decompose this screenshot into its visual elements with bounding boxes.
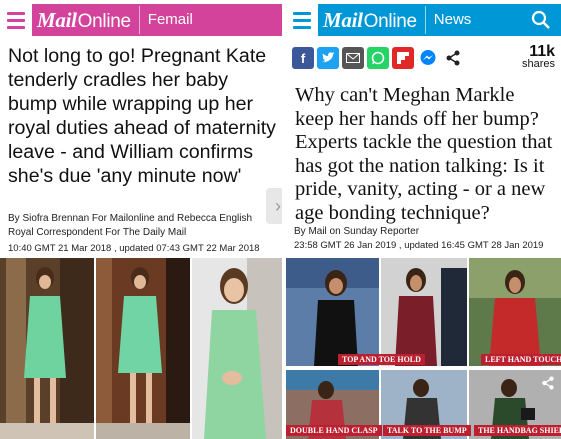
photo-kate-closeup-art <box>192 258 282 439</box>
news-article-panel: MailOnline News f 11k shares Why can't M… <box>286 0 561 439</box>
email-icon[interactable] <box>342 47 364 69</box>
logo-online-text: Online <box>363 10 417 32</box>
share-bar: f 11k shares <box>292 44 555 72</box>
article-timestamp: 10:40 GMT 21 Mar 2018 , updated 07:43 GM… <box>8 243 260 254</box>
facebook-icon[interactable]: f <box>292 47 314 69</box>
article-timestamp: 23:58 GMT 26 Jan 2019 , updated 16:45 GM… <box>294 240 544 251</box>
femail-article-panel: MailOnline Femail Not long to go! Pregna… <box>0 0 282 439</box>
channel-news[interactable]: News <box>424 6 471 34</box>
photo-kate-walking[interactable] <box>0 258 94 439</box>
article-byline: By Siofra Brennan For Mailonline and Reb… <box>8 213 253 238</box>
photo-kate-doorway[interactable] <box>96 258 190 439</box>
flipboard-icon[interactable] <box>392 47 414 69</box>
caption-double-hand-clasp: DOUBLE HAND CLASP <box>286 425 382 436</box>
news-header: MailOnline News <box>286 4 561 36</box>
mailonline-logo[interactable]: MailOnline <box>37 8 131 33</box>
caption-top-and-toe-hold: TOP AND TOE HOLD <box>338 354 425 365</box>
menu-icon[interactable] <box>286 4 318 36</box>
mailonline-logo[interactable]: MailOnline <box>323 8 417 33</box>
caption-left-hand-touch: LEFT HAND TOUCH <box>481 354 561 365</box>
messenger-icon[interactable] <box>417 47 439 69</box>
photo-top-and-toe-hold[interactable] <box>286 258 379 366</box>
logo-online-text: Online <box>77 10 131 32</box>
photo-middle-top-art <box>381 258 467 366</box>
channel-femail[interactable]: Femail <box>138 6 193 34</box>
article-headline: Not long to go! Pregnant Kate tenderly c… <box>8 45 276 187</box>
article-byline: By Mail on Sunday Reporter <box>294 226 420 237</box>
photo-top-and-toe-hold-art <box>286 258 379 366</box>
share-count-number: 11k <box>529 43 555 60</box>
femail-header: MailOnline Femail <box>0 4 282 36</box>
photo-middle-top[interactable] <box>381 258 467 366</box>
share-count-label: shares <box>521 58 555 70</box>
photo-collage: TOP AND TOE HOLD LEFT HAND TOUCH DOUBLE … <box>286 258 561 439</box>
photo-kate-closeup[interactable] <box>192 258 282 439</box>
share-count: 11k shares <box>521 43 555 71</box>
article-headline: Why can't Meghan Markle keep her hands o… <box>295 84 553 224</box>
caption-talk-to-the-bump: TALK TO THE BUMP <box>383 425 471 436</box>
whatsapp-icon[interactable] <box>367 47 389 69</box>
photo-strip <box>0 258 282 439</box>
caption-the-handbag-shield: THE HANDBAG SHIELD <box>474 425 561 436</box>
photo-kate-walking-art <box>0 258 94 439</box>
logo-mail-text: Mail <box>37 7 77 32</box>
menu-icon[interactable] <box>0 4 32 36</box>
share-icon[interactable] <box>442 47 464 69</box>
share-overlay-icon[interactable] <box>541 376 555 395</box>
photo-kate-doorway-art <box>96 258 190 439</box>
photo-left-hand-touch-art <box>469 258 561 366</box>
search-icon[interactable] <box>531 10 551 30</box>
photo-left-hand-touch[interactable] <box>469 258 561 366</box>
twitter-icon[interactable] <box>317 47 339 69</box>
logo-mail-text: Mail <box>323 7 363 32</box>
next-arrow-icon[interactable]: › <box>266 188 282 224</box>
